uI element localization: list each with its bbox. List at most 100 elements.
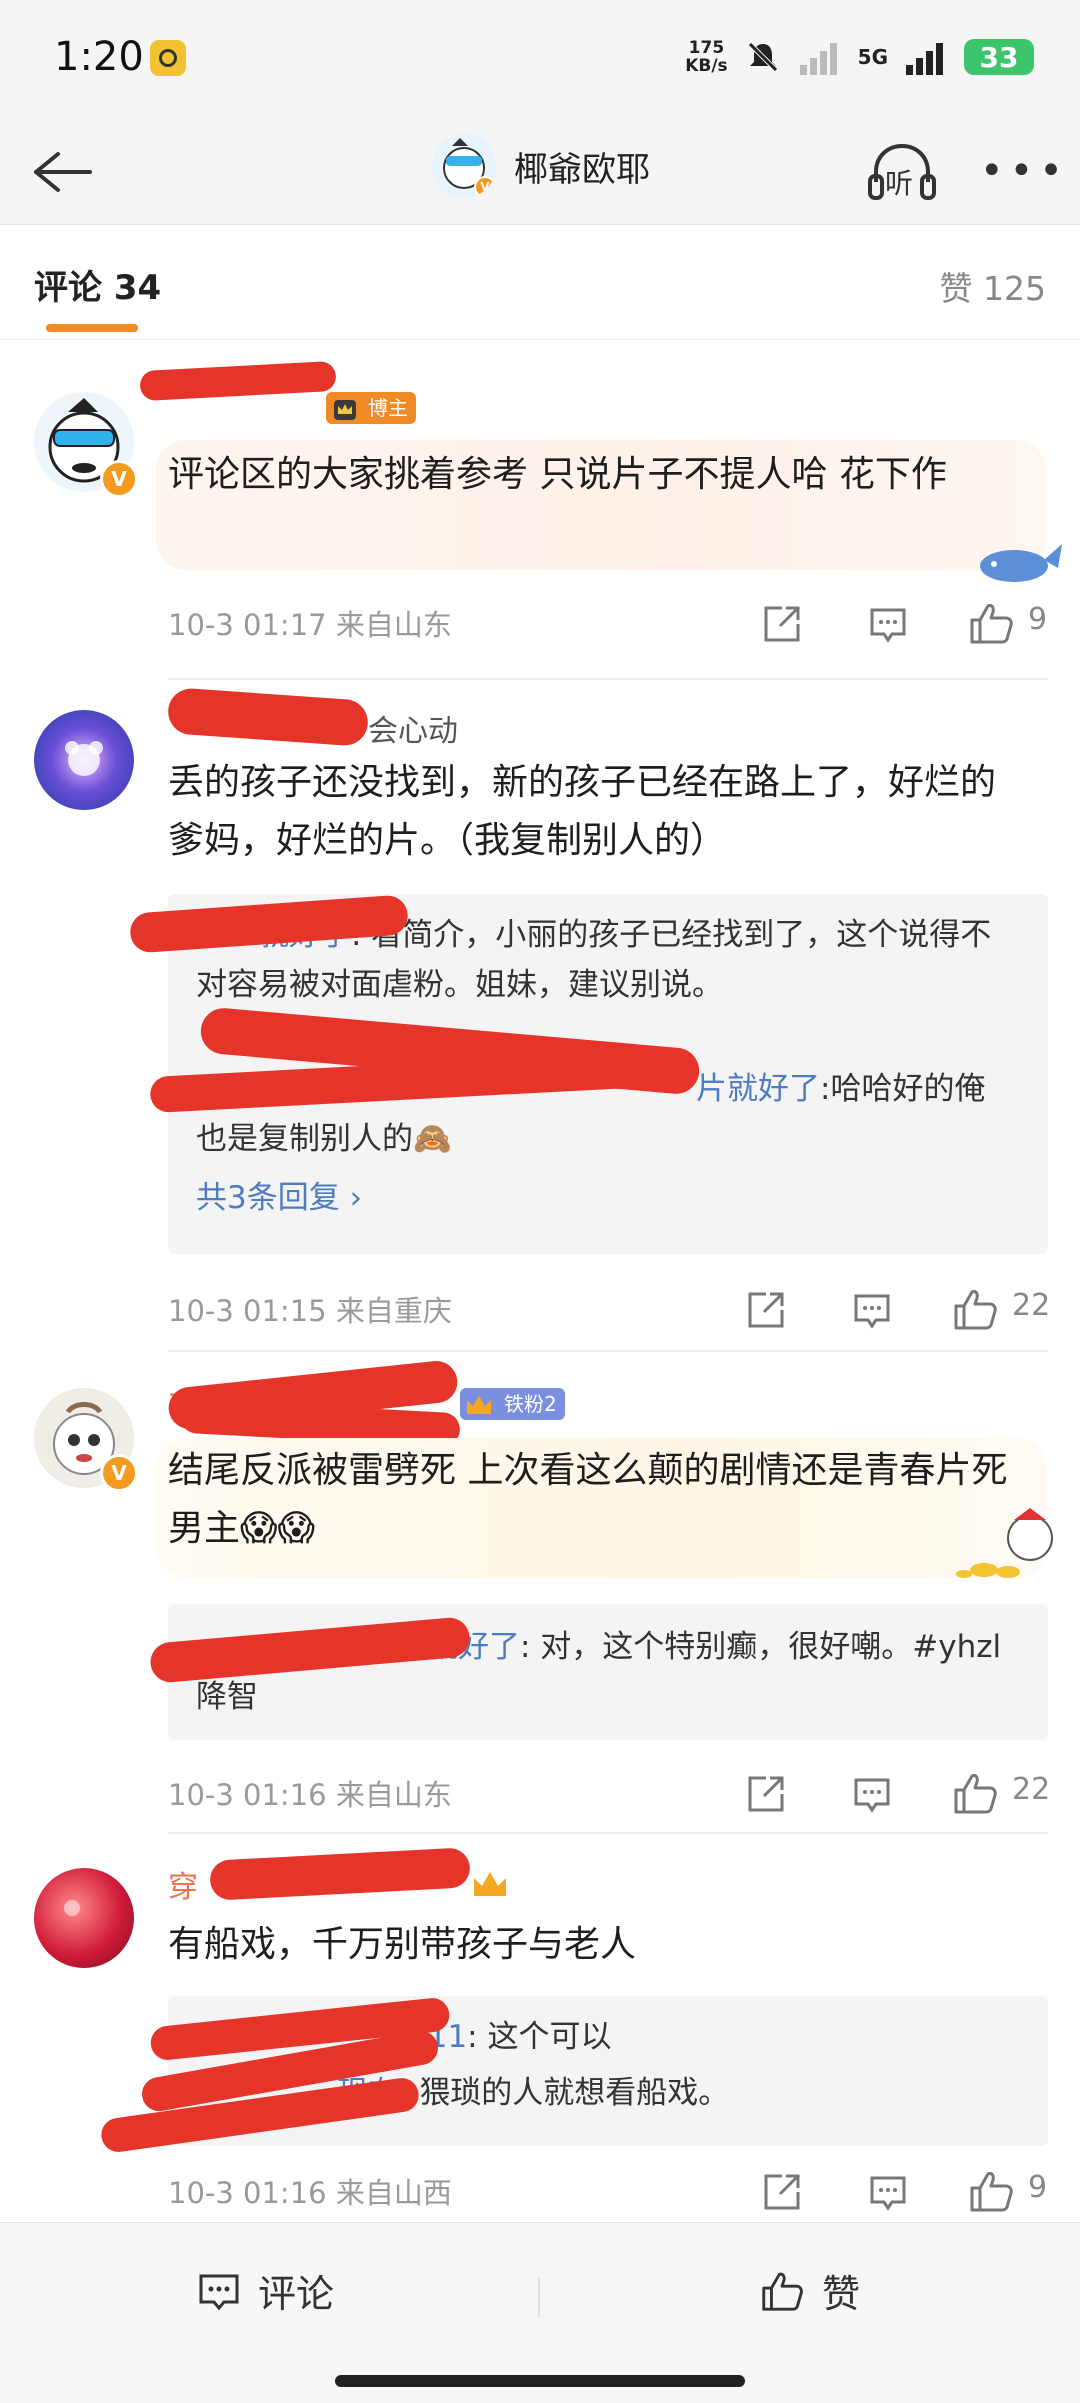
write-comment-label: 评论: [258, 2272, 335, 2316]
comment-location: 来自山东: [335, 1778, 452, 1812]
author-tag: 博主: [326, 392, 416, 424]
crown-icon: [334, 400, 356, 420]
comment-item: 会心动 丢的孩子还没找到，新的孩子已经在路上了，好烂的爹妈，好烂的片。（我复制别…: [0, 682, 1080, 1352]
network-speed-unit: KB/s: [685, 56, 728, 76]
username-visible-part: 会心动: [368, 714, 458, 749]
comment-actions: 22: [724, 1282, 1050, 1338]
verified-badge-icon: V: [474, 176, 496, 198]
fan-tag-label: 铁粉2: [504, 1392, 557, 1416]
comment-icon: [199, 2274, 239, 2310]
comment-divider: [168, 678, 1048, 680]
like-count: 9: [1028, 602, 1048, 637]
network-speed-value: 175: [688, 38, 725, 58]
share-icon[interactable]: [760, 2170, 804, 2214]
comment-time: 10-3 01:15: [168, 1294, 327, 1328]
comment-tabs: 评论 34 赞 125: [0, 226, 1080, 340]
redaction-mark: [209, 1847, 471, 1901]
author-name: 椰爺欧耶: [514, 149, 650, 190]
status-icons: 175 KB/s 5G 33: [685, 38, 1034, 76]
home-indicator[interactable]: [335, 2375, 745, 2387]
comment-divider: [168, 1350, 1048, 1352]
author-tag-label: 博主: [368, 396, 408, 420]
listen-label: 听: [885, 167, 914, 200]
battery-indicator: 33: [964, 39, 1034, 75]
reply-icon[interactable]: [850, 1288, 894, 1332]
crown-icon: [467, 1396, 491, 1414]
share-icon[interactable]: [760, 602, 804, 646]
comment-actions: 22: [724, 1766, 1050, 1822]
top-nav-bar: V 椰爺欧耶 听 •••: [0, 120, 1080, 225]
like-post-button[interactable]: 赞: [758, 2263, 860, 2318]
whale-decoration-icon: [980, 544, 1062, 582]
author-header[interactable]: V 椰爺欧耶: [432, 134, 650, 198]
avatar-image: [65, 741, 103, 776]
replies-box[interactable]: …就好了: 对，这个特别癫，很好嘲。#yhzl 降智: [168, 1604, 1048, 1740]
share-icon[interactable]: [744, 1772, 788, 1816]
back-arrow-icon[interactable]: [22, 132, 102, 212]
like-count: 9: [1028, 2170, 1048, 2205]
network-speed: 175 KB/s: [685, 39, 727, 75]
like-icon[interactable]: [966, 2166, 1016, 2216]
listen-button[interactable]: 听: [862, 132, 942, 212]
comment-divider: [168, 1832, 1048, 1834]
username[interactable]: 穿: [168, 1862, 198, 1906]
reply-text: : 猥琐的人就想看船戏。: [399, 2075, 730, 2111]
reply-icon[interactable]: [866, 602, 910, 646]
commenter-avatar[interactable]: [34, 1868, 134, 1968]
share-icon[interactable]: [744, 1288, 788, 1332]
signal-strong-icon: [906, 43, 943, 75]
comment-item: V 博主 评论区的大家挑着参考 只说片子不提人哈 花下作 10-3 01:17 …: [0, 340, 1080, 680]
redaction-mark: [139, 360, 337, 402]
reply-icon[interactable]: [850, 1772, 894, 1816]
comment-location: 来自重庆: [335, 1294, 452, 1328]
tab-likes[interactable]: 赞 125: [940, 262, 1046, 310]
view-all-replies-link[interactable]: 共3条回复 ›: [196, 1172, 362, 1217]
comment-text: 结尾反派被雷劈死 上次看这么颠的剧情还是青春片死男主😱😱: [168, 1450, 1008, 1549]
bottom-action-bar: 评论 赞: [0, 2222, 1080, 2403]
like-icon: [762, 2272, 803, 2311]
like-count: 22: [1012, 1288, 1051, 1323]
comment-time: 10-3 01:16: [168, 1778, 327, 1812]
active-tab-indicator: [46, 324, 138, 332]
status-bar: 1:20 175 KB/s 5G 33: [0, 0, 1080, 120]
avatar-image: [64, 1900, 80, 1916]
like-icon[interactable]: [950, 1768, 1000, 1818]
comment-meta: 10-3 01:15 来自重庆: [168, 1288, 452, 1330]
crown-icon: [474, 1872, 506, 1896]
status-time: 1:20: [54, 34, 144, 80]
comment-meta: 10-3 01:17 来自山东: [168, 602, 452, 644]
mute-icon: [747, 42, 778, 72]
tab-comments[interactable]: 评论 34: [34, 260, 161, 309]
verified-badge-icon: V: [100, 460, 138, 498]
comment-text: 有船戏，千万别带孩子与老人: [168, 1924, 637, 1965]
network-type: 5G: [857, 45, 888, 69]
app-notification-icon: [150, 40, 186, 76]
comment-text: 丢的孩子还没找到，新的孩子已经在路上了，好烂的爹妈，好烂的片。（我复制别人的）: [168, 762, 997, 861]
comment-item: V 东 铁粉2 结尾反派被雷劈死 上次看这么颠的剧情还是青春片死男主😱😱 …就好…: [0, 1354, 1080, 1834]
comment-location: 来自山东: [335, 608, 452, 642]
comment-item: 穿 有船戏，千万别带孩子与老人 …已111: 这个可以 …现在: 猥琐的人就想看…: [0, 1836, 1080, 2222]
comment-text: 评论区的大家挑着参考 只说片子不提人哈 花下作: [168, 454, 947, 495]
comment-meta: 10-3 01:16 来自山西: [168, 2170, 452, 2212]
signal-weak-icon: [799, 43, 837, 75]
comment-time: 10-3 01:17: [168, 608, 327, 642]
author-avatar[interactable]: V: [432, 134, 496, 198]
comment-meta: 10-3 01:16 来自山东: [168, 1772, 452, 1814]
like-icon[interactable]: [966, 598, 1016, 648]
write-comment-button[interactable]: 评论: [196, 2263, 334, 2318]
fan-tag: 铁粉2: [460, 1388, 565, 1420]
comment-time: 10-3 01:16: [168, 2176, 327, 2210]
battery-level: 33: [979, 40, 1019, 74]
bottom-bar-separator: [538, 2277, 540, 2317]
comment-actions: 9: [740, 596, 1050, 652]
like-count: 22: [1012, 1772, 1051, 1807]
more-options-icon[interactable]: •••: [980, 148, 1063, 198]
commenter-avatar[interactable]: [34, 710, 134, 810]
reply-text: : 这个可以: [467, 2019, 612, 2055]
like-icon[interactable]: [950, 1284, 1000, 1334]
reply-author[interactable]: 片就好了: [696, 1071, 820, 1107]
comment-location: 来自山西: [335, 2176, 452, 2210]
comment-actions: 9: [740, 2164, 1050, 2220]
username-visible-part: 穿: [168, 1870, 198, 1905]
reply-icon[interactable]: [866, 2170, 910, 2214]
